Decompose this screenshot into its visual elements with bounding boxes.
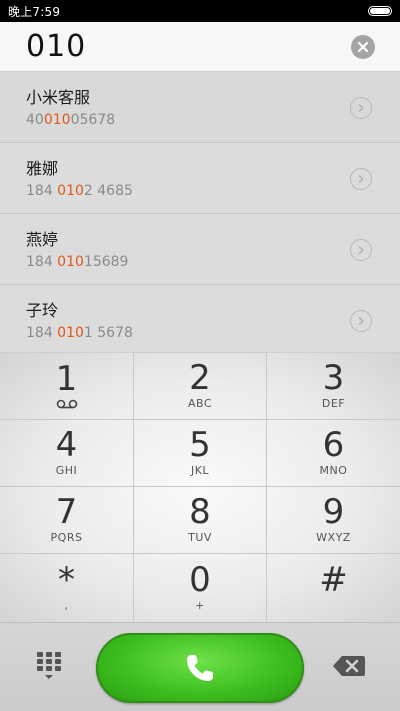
key-digit: 1 [55, 358, 78, 399]
key-6[interactable]: 6 MNO [267, 420, 400, 487]
key-3[interactable]: 3 DEF [267, 353, 400, 420]
number-part: 2 4685 [83, 183, 133, 199]
key-letters: MNO [319, 464, 348, 477]
number-part: 05678 [70, 112, 116, 128]
key-digit: 3 [322, 358, 345, 398]
contact-name: 雅娜 [26, 159, 59, 178]
chevron-right-icon [358, 246, 364, 254]
key-letters: TUV [188, 531, 212, 544]
key-7[interactable]: 7 PQRS [0, 487, 134, 554]
key-letters: JKL [190, 464, 210, 477]
key-letters: , [64, 599, 69, 612]
number-match-highlight: 010 [57, 325, 84, 341]
backspace-icon [333, 656, 365, 676]
backspace-button[interactable] [332, 653, 366, 679]
voicemail-icon [56, 397, 78, 411]
number-part: 40 [26, 112, 44, 128]
phone-icon [187, 655, 213, 681]
key-letters: ABC [187, 397, 213, 410]
dialer-screen: 晚上7:59 010 小米客服 4001005678 雅娜 184 0102 4685… [0, 0, 400, 711]
contact-number: 184 01015689 [26, 252, 374, 272]
contact-number: 184 0101 5678 [26, 323, 374, 343]
contact-name: 小米客服 [26, 88, 91, 107]
number-match-highlight: 010 [57, 183, 84, 199]
key-digit: 8 [189, 492, 211, 532]
contact-detail-button[interactable] [350, 310, 372, 332]
keypad: 1 2 ABC 3 DEF 4 GHI 5 JKL 6 MNO 7 PQRS 8 TUV 9 WXYZ *, 0 + # [0, 352, 400, 623]
key-digit: # [319, 560, 348, 600]
call-button[interactable] [96, 633, 304, 703]
dial-input[interactable]: 010 [0, 22, 400, 72]
key-9[interactable]: 9 WXYZ [267, 487, 400, 554]
key-digit: 0 [189, 560, 211, 600]
contact-name: 子玲 [26, 301, 59, 320]
contact-detail-button[interactable] [350, 168, 372, 190]
bottom-action-bar [0, 622, 400, 711]
dialed-number: 010 [26, 29, 87, 64]
chevron-right-icon [358, 317, 364, 325]
number-part: 184 [26, 254, 58, 270]
status-time: 晚上7:59 [8, 4, 61, 19]
status-bar: 晚上7:59 [0, 0, 400, 22]
contact-detail-button[interactable] [350, 97, 372, 119]
key-8[interactable]: 8 TUV [134, 487, 267, 554]
battery-fill [370, 8, 390, 14]
battery-icon [368, 6, 392, 16]
contact-row[interactable]: 雅娜 184 0102 4685 [0, 143, 400, 214]
key-digit: 7 [55, 492, 78, 532]
chevron-right-icon [358, 104, 364, 112]
key-1[interactable]: 1 [0, 353, 134, 420]
contact-row[interactable]: 小米客服 4001005678 [0, 72, 400, 143]
number-part: 184 [26, 183, 58, 199]
clear-icon [357, 41, 369, 52]
contact-row[interactable]: 燕婷 184 01015689 [0, 214, 400, 285]
contact-number: 184 0102 4685 [26, 181, 374, 201]
key-digit: 5 [189, 425, 211, 465]
contact-results-list: 小米客服 4001005678 雅娜 184 0102 4685 燕婷 184 01015… [0, 72, 400, 356]
contact-row[interactable]: 子玲 184 0101 5678 [0, 285, 400, 356]
key-star[interactable]: *, [0, 554, 134, 623]
key-4[interactable]: 4 GHI [0, 420, 134, 487]
key-digit: 2 [189, 358, 211, 398]
key-letters: PQRS [50, 531, 83, 544]
keypad-toggle-button[interactable] [34, 651, 64, 681]
key-5[interactable]: 5 JKL [134, 420, 267, 487]
contact-detail-button[interactable] [350, 239, 372, 261]
contact-number: 4001005678 [26, 110, 374, 130]
key-letters: WXYZ [316, 531, 351, 544]
key-hash[interactable]: # [267, 554, 400, 623]
number-part: 184 [26, 325, 58, 341]
number-match-highlight: 010 [43, 112, 71, 128]
keypad-grid-icon [37, 652, 61, 679]
key-digit: 4 [55, 425, 78, 465]
number-part: 15689 [83, 254, 129, 270]
key-letters: GHI [55, 464, 78, 477]
number-part: 1 5678 [83, 325, 133, 341]
key-digit: * [58, 560, 75, 600]
chevron-right-icon [358, 175, 364, 183]
key-letters: DEF [321, 397, 346, 410]
key-0[interactable]: 0 + [134, 554, 267, 623]
number-match-highlight: 010 [57, 254, 84, 270]
key-digit: 6 [322, 425, 345, 465]
contact-name: 燕婷 [26, 230, 59, 249]
clear-button[interactable] [351, 34, 375, 59]
key-letters: + [195, 599, 205, 612]
key-2[interactable]: 2 ABC [134, 353, 267, 420]
key-digit: 9 [322, 492, 345, 532]
